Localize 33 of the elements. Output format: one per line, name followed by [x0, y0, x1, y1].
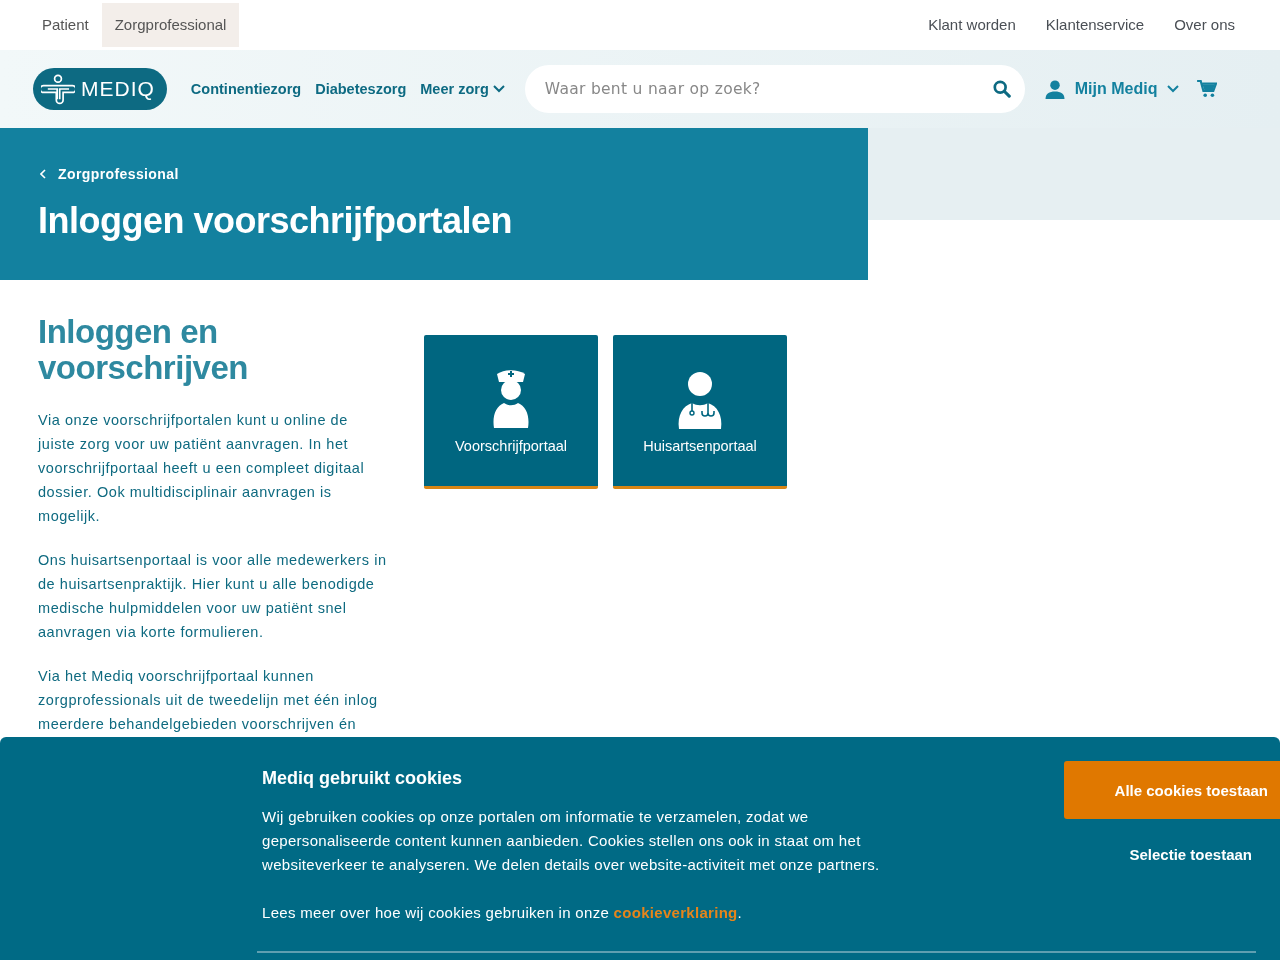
portal-card[interactable]: Huisartsenportaal [613, 335, 787, 489]
doctor-icon [677, 372, 723, 430]
chevron-down-icon [492, 85, 505, 93]
portal-card[interactable]: Voorschrijfportaal [424, 335, 598, 489]
top-link[interactable]: Klant worden [928, 16, 1016, 33]
account-menu[interactable]: Mijn Mediq [1044, 79, 1180, 99]
accept-selection-button[interactable]: Selectie toestaan [1064, 825, 1280, 883]
paragraph: Ons huisartsenportaal is voor alle medewerkers in de huisartsenpraktijk. Hier kunt u alle benodigde medische hulpmiddelen voor uw patiënt snel aanvragen via korte formulieren. [38, 551, 388, 642]
paragraph: Via het Mediq voorschrijfportaal kunnen zorgprofessionals uit de tweedelijn met één inlog meerdere behandelgebieden voorschrijven én [38, 667, 379, 734]
cookie-title: Mediq gebruikt cookies [262, 768, 464, 789]
cart-icon[interactable] [1197, 80, 1218, 98]
nurse-icon [491, 368, 531, 430]
audience-tab[interactable]: Patient [29, 3, 102, 47]
nav-link[interactable]: Continentiezorg [190, 81, 302, 97]
breadcrumb-link[interactable]: Zorgprofessional [38, 166, 830, 182]
logo-text: MEDIQ [81, 77, 155, 101]
mediq-logo[interactable]: MEDIQ [33, 68, 167, 110]
chevron-left-icon [40, 169, 46, 179]
cookie-text: Wij gebruiken cookies op onze portalen om informatie te verzamelen, zodat we gepersonaliseerde content kunnen aanbieden. Cookies stellen ons ook in staat om het websiteverkeer te analyseren. We delen details over website-activiteit met onze partners. [262, 807, 881, 875]
search-field[interactable]: Waar bent u naar op zoek? [524, 65, 1025, 113]
section-heading: Inloggen en voorschrijven [38, 314, 249, 386]
top-link[interactable]: Over ons [1174, 16, 1235, 33]
nav-link[interactable]: Diabeteszorg [315, 81, 407, 97]
paragraph: Via onze voorschrijfportalen kunt u online de juiste zorg voor uw patiënt aanvragen. In het voorschrijfportaal heeft u een compleet digitaal dossier. Ook multidisciplinair aanvragen is mogelijk. [38, 411, 366, 526]
page-title: Inloggen voorschrijfportalen [38, 200, 514, 242]
cookie-more-text: Lees meer over hoe wij cookies gebruiken in onze cookieverklaring. [262, 903, 744, 923]
user-icon [1044, 79, 1065, 99]
cross-logo-icon [41, 73, 75, 105]
chevron-down-icon [1167, 85, 1180, 93]
search-icon[interactable] [992, 80, 1011, 98]
top-link[interactable]: Klantenservice [1045, 16, 1145, 33]
nav-link[interactable]: Meer zorg [420, 81, 505, 97]
audience-tab[interactable]: Zorgprofessional [101, 3, 240, 47]
